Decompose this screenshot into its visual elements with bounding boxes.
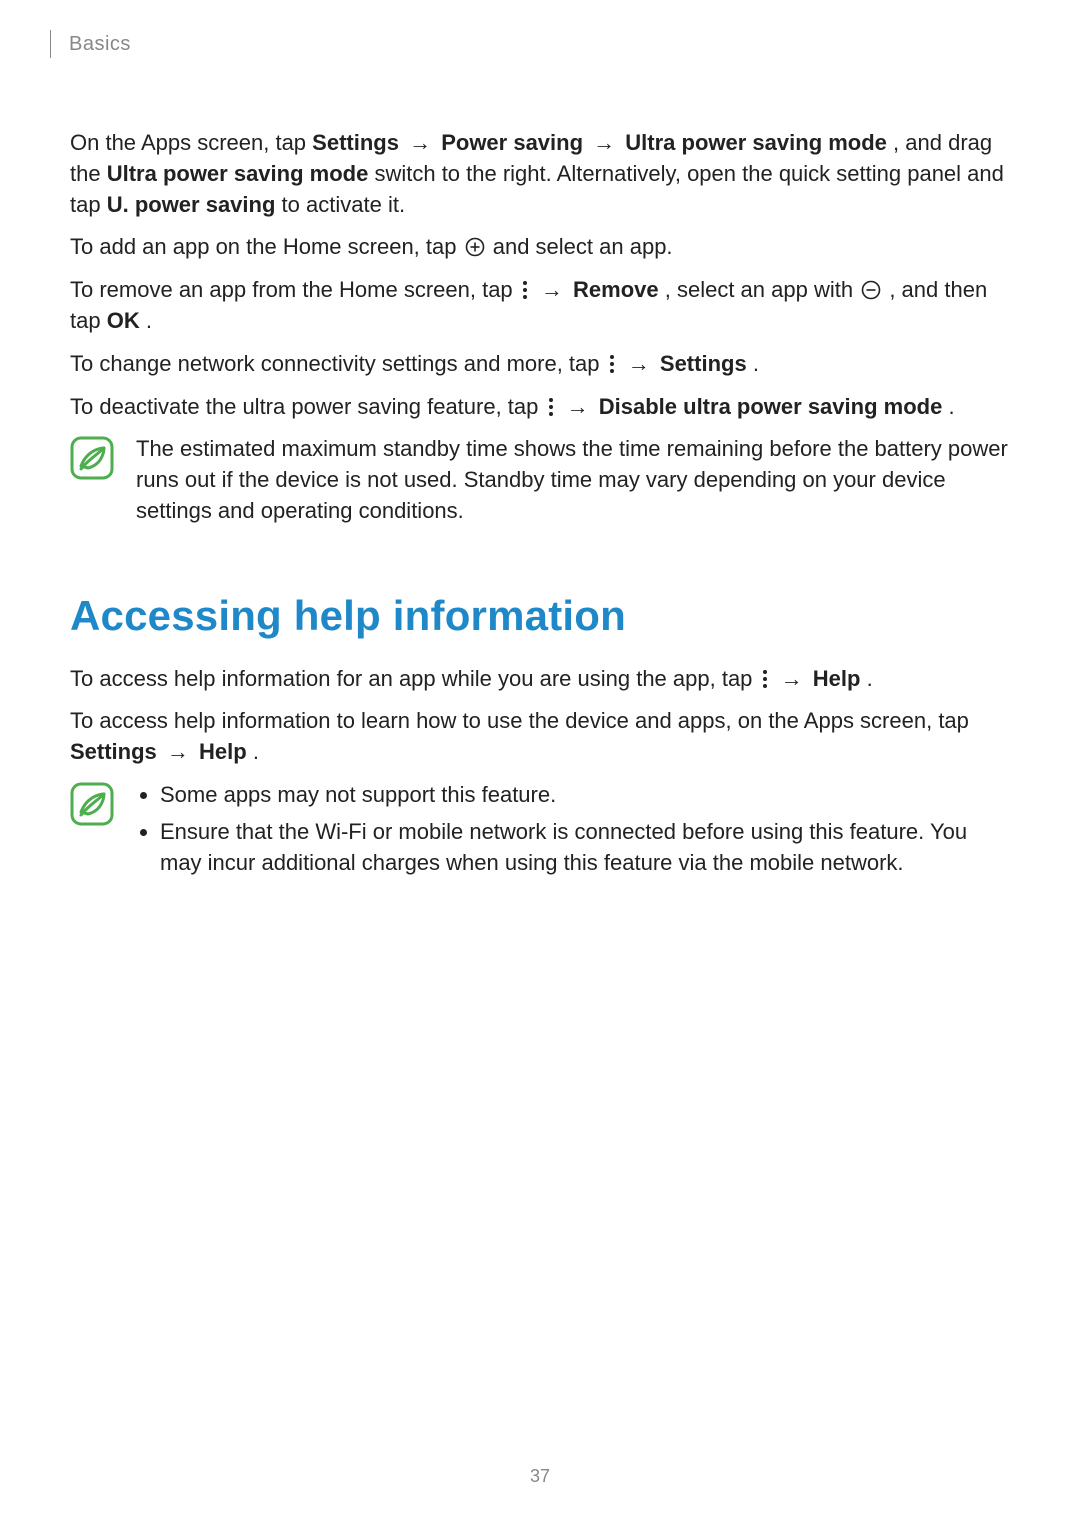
note-icon — [70, 436, 118, 489]
text: . — [867, 666, 873, 691]
more-options-icon — [521, 280, 529, 300]
paragraph-help-device: To access help information to learn how … — [70, 706, 1010, 768]
page-number: 37 — [0, 1464, 1080, 1489]
label-help: Help — [813, 666, 861, 691]
text: . — [753, 351, 759, 376]
text: , select an app with — [665, 277, 859, 302]
page-content: On the Apps screen, tap Settings → Power… — [70, 128, 1010, 884]
text: To add an app on the Home screen, tap — [70, 234, 463, 259]
paragraph-ultra-power-enable: On the Apps screen, tap Settings → Power… — [70, 128, 1010, 220]
text: to activate it. — [282, 192, 406, 217]
paragraph-add-app: To add an app on the Home screen, tap an… — [70, 232, 1010, 263]
text: and select an app. — [493, 234, 673, 259]
arrow-icon: → — [541, 277, 563, 302]
text: To access help information for an app wh… — [70, 666, 759, 691]
paragraph-disable-ultra-power: To deactivate the ultra power saving fea… — [70, 392, 1010, 423]
label-remove: Remove — [573, 277, 659, 302]
text: . — [948, 394, 954, 419]
paragraph-network-settings: To change network connectivity settings … — [70, 349, 1010, 380]
note-icon — [70, 782, 118, 835]
plus-circle-icon — [465, 237, 485, 257]
text: To change network connectivity settings … — [70, 351, 606, 376]
arrow-icon: → — [567, 394, 589, 419]
label-settings: Settings — [660, 351, 747, 376]
note-text: The estimated maximum standby time shows… — [136, 436, 1008, 523]
minus-circle-icon — [861, 280, 881, 300]
section-title-help: Accessing help information — [70, 587, 1010, 646]
text: . — [146, 308, 152, 333]
note-body: The estimated maximum standby time shows… — [136, 434, 1010, 526]
header-rule — [50, 30, 51, 58]
text: . — [253, 739, 259, 764]
label-ultra-power-saving-mode: Ultra power saving mode — [625, 130, 887, 155]
label-disable-ultra-power: Disable ultra power saving mode — [599, 394, 943, 419]
paragraph-remove-app: To remove an app from the Home screen, t… — [70, 275, 1010, 337]
text: On the Apps screen, tap — [70, 130, 312, 155]
note-help-caveats: Some apps may not support this feature. … — [70, 780, 1010, 884]
more-options-icon — [608, 354, 616, 374]
text: To access help information to learn how … — [70, 708, 969, 733]
arrow-icon: → — [167, 739, 189, 764]
arrow-icon: → — [593, 130, 615, 155]
label-ok: OK — [107, 308, 140, 333]
label-settings: Settings — [312, 130, 399, 155]
note-body: Some apps may not support this feature. … — [136, 780, 1010, 884]
arrow-icon: → — [628, 351, 650, 376]
more-options-icon — [761, 669, 769, 689]
label-power-saving: Power saving — [441, 130, 583, 155]
paragraph-help-in-app: To access help information for an app wh… — [70, 664, 1010, 695]
label-ultra-power-saving-mode-switch: Ultra power saving mode — [107, 161, 369, 186]
label-help: Help — [199, 739, 247, 764]
text: To deactivate the ultra power saving fea… — [70, 394, 545, 419]
note-list-item: Ensure that the Wi-Fi or mobile network … — [160, 817, 1010, 879]
more-options-icon — [547, 397, 555, 417]
note-list-item: Some apps may not support this feature. — [160, 780, 1010, 811]
arrow-icon: → — [409, 130, 431, 155]
page-header: Basics — [70, 30, 1010, 58]
note-list: Some apps may not support this feature. … — [136, 780, 1010, 878]
label-u-power-saving: U. power saving — [107, 192, 276, 217]
note-standby-time: The estimated maximum standby time shows… — [70, 434, 1010, 526]
text: To remove an app from the Home screen, t… — [70, 277, 519, 302]
page: Basics On the Apps screen, tap Settings … — [0, 0, 1080, 1527]
label-settings: Settings — [70, 739, 157, 764]
arrow-icon: → — [781, 666, 803, 691]
section-breadcrumb: Basics — [69, 30, 131, 58]
